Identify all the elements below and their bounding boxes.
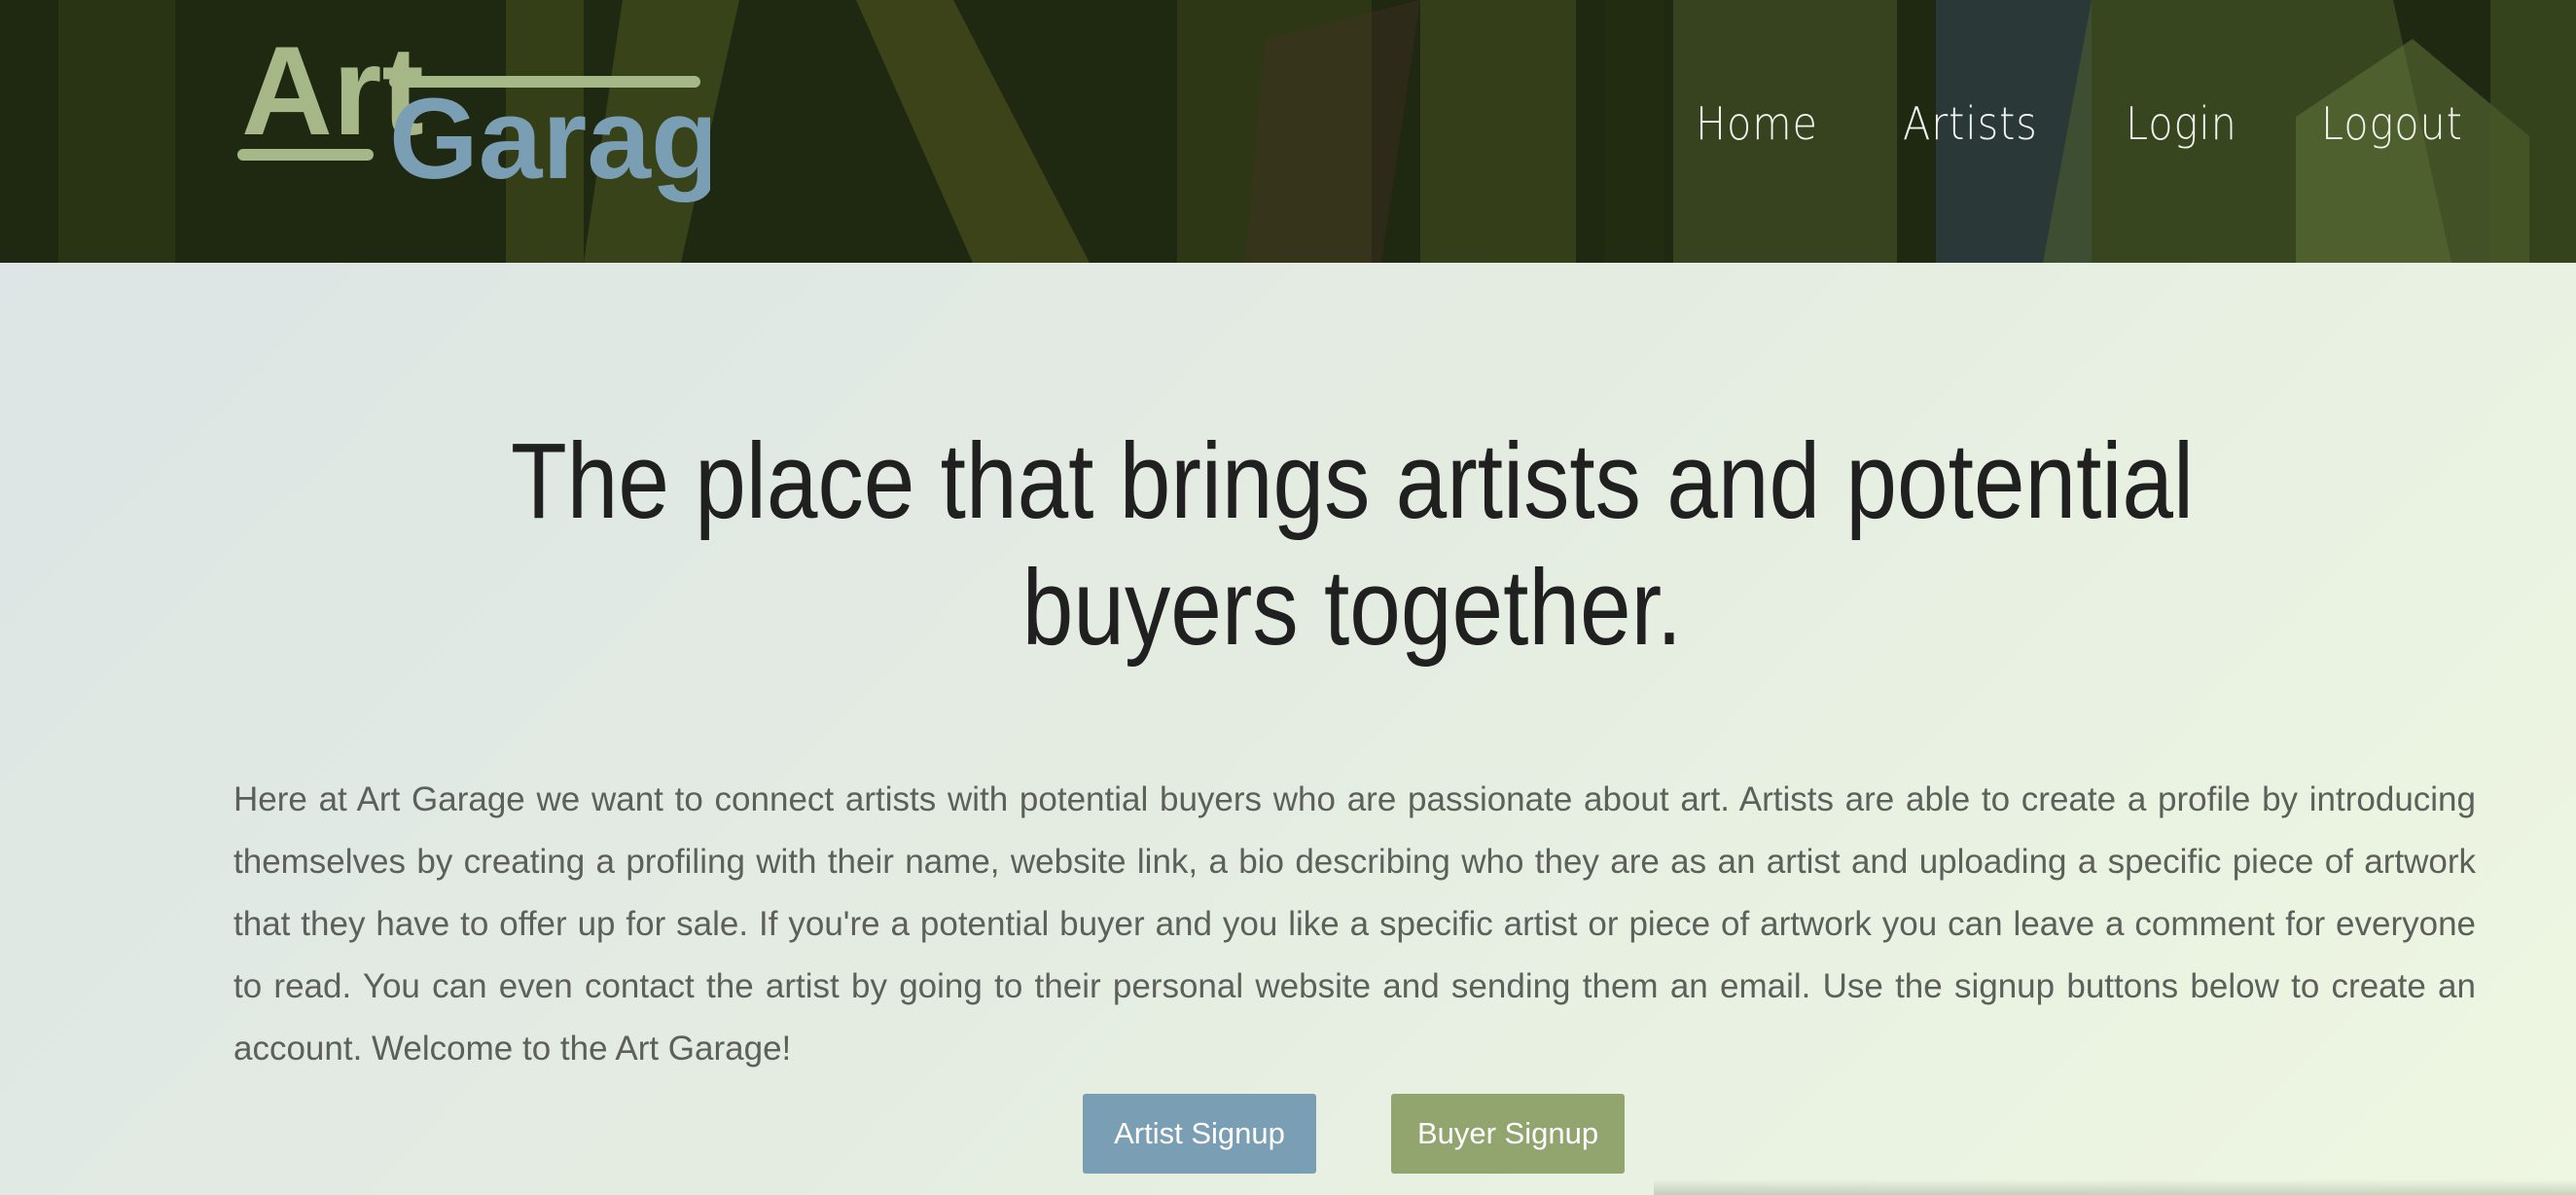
site-header: Art Garage Home Artists Login Logout [0,0,2576,263]
hero-intro-text: Here at Art Garage we want to connect ar… [233,780,2476,1068]
logo-garage-text: Garage [389,75,710,203]
main-nav: Home Artists Login Logout [1696,97,2479,150]
nav-link-login[interactable]: Login [2126,97,2237,150]
hero-intro-paragraph: Here at Art Garage we want to connect ar… [233,769,2476,1080]
bottom-shadow-divider [1654,1179,2576,1195]
page: Art Garage Home Artists Login Logout The… [0,0,2576,1195]
nav-link-logout[interactable]: Logout [2321,97,2463,150]
hero-headline: The place that brings artists and potent… [233,418,2471,671]
nav-link-home[interactable]: Home [1696,97,1818,150]
logo-art-underline [237,149,374,161]
art-garage-logo[interactable]: Art Garage [233,27,710,212]
nav-link-artists[interactable]: Artists [1903,97,2038,150]
buyer-signup-button[interactable]: Buyer Signup [1391,1094,1625,1174]
artist-signup-button[interactable]: Artist Signup [1083,1094,1316,1174]
hero-headline-text: The place that brings artists and potent… [510,421,2195,668]
